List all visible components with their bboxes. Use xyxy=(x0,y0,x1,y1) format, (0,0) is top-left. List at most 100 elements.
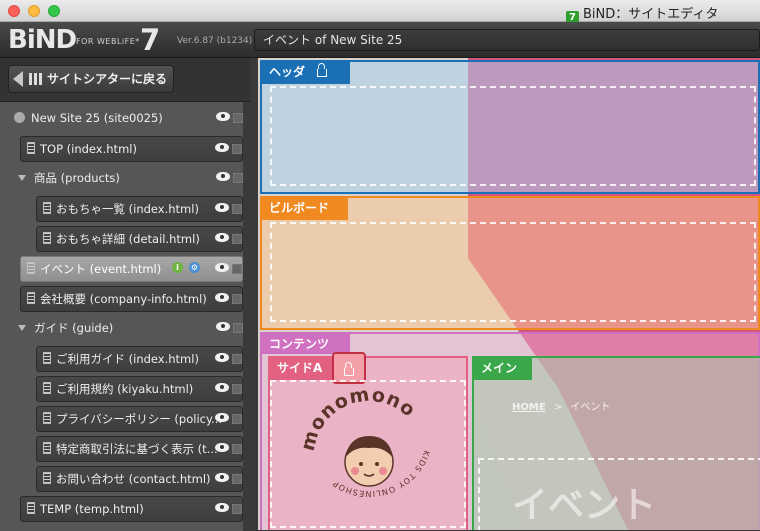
back-arrow-icon xyxy=(13,71,23,87)
back-to-site-theater-button[interactable]: サイトシアターに戻る xyxy=(8,65,174,93)
tree-item-page[interactable]: ご利用ガイド (index.html) xyxy=(36,346,243,372)
tree-item-page[interactable]: ご利用規約 (kiyaku.html) xyxy=(36,376,243,402)
tree-item-site[interactable]: New Site 25 (site0025) xyxy=(4,106,243,132)
breadcrumb-home-link[interactable]: HOME xyxy=(512,402,546,413)
page-heading: イベント xyxy=(512,485,657,526)
publish-checkbox[interactable] xyxy=(232,504,242,514)
tree-item-label: おもちゃ詳細 (detail.html) xyxy=(56,232,200,246)
contents-zone-label[interactable]: コンテンツ xyxy=(262,334,350,354)
page-icon xyxy=(43,232,51,244)
window-title-text: BiND：サイトエディタ xyxy=(583,7,719,22)
visibility-eye-icon[interactable] xyxy=(215,383,229,392)
billboard-zone-label[interactable]: ビルボード xyxy=(262,198,348,220)
tree-item-page[interactable]: 会社概要 (company-info.html) xyxy=(20,286,243,312)
page-icon xyxy=(27,292,35,304)
site-tree-sidebar: サイトシアターに戻る New Site 25 (site0025) TOP (i… xyxy=(0,58,250,531)
tree-item-label: イベント (event.html) xyxy=(40,262,162,276)
disclosure-triangle-icon[interactable] xyxy=(18,325,26,331)
zoom-window-button[interactable] xyxy=(48,5,60,17)
visibility-eye-icon[interactable] xyxy=(215,503,229,512)
contents-zone[interactable]: コンテンツ サイドA monomono KIDS TOY ONLINESHOP … xyxy=(260,332,760,530)
publish-checkbox[interactable] xyxy=(232,354,242,364)
side-a-block-area[interactable]: monomono KIDS TOY ONLINESHOP xyxy=(270,380,466,528)
publish-checkbox[interactable] xyxy=(232,204,242,214)
page-editor-canvas[interactable]: ヘッダ ビルボード コンテンツ サイドA monomono KIDS TOY O… xyxy=(250,58,760,530)
tree-item-label: お問い合わせ (contact.html) xyxy=(56,472,211,486)
tree-item-label: ご利用規約 (kiyaku.html) xyxy=(56,382,194,396)
tree-item-page-selected[interactable]: イベント (event.html) i ⚙ xyxy=(20,256,243,282)
site-theater-icon xyxy=(29,73,43,85)
site-icon xyxy=(14,112,25,123)
visibility-eye-icon[interactable] xyxy=(215,233,229,242)
visibility-eye-icon[interactable] xyxy=(215,143,229,152)
billboard-block-area[interactable] xyxy=(270,222,756,322)
header-zone-label[interactable]: ヘッダ xyxy=(262,62,350,84)
publish-checkbox[interactable] xyxy=(233,323,243,333)
publish-checkbox[interactable] xyxy=(232,144,242,154)
publish-checkbox[interactable] xyxy=(232,264,242,274)
publish-checkbox[interactable] xyxy=(233,173,243,183)
app-toolbar: BiND FOR WEBLiFE* 7 Ver.6.87 (b1234) イベン… xyxy=(0,22,760,58)
visibility-eye-icon[interactable] xyxy=(215,353,229,362)
visibility-eye-icon[interactable] xyxy=(215,263,229,272)
publish-checkbox[interactable] xyxy=(232,474,242,484)
tree-item-page[interactable]: TEMP (temp.html) xyxy=(20,496,243,522)
tree-item-label: 商品 (products) xyxy=(34,171,120,185)
visibility-eye-icon[interactable] xyxy=(215,413,229,422)
minimize-window-button[interactable] xyxy=(28,5,40,17)
lock-open-icon xyxy=(344,362,354,376)
visibility-eye-icon[interactable] xyxy=(216,172,230,181)
tree-item-folder[interactable]: ガイド (guide) xyxy=(4,316,243,342)
visibility-eye-icon[interactable] xyxy=(216,322,230,331)
visibility-eye-icon[interactable] xyxy=(215,443,229,452)
header-block-area[interactable] xyxy=(270,86,756,186)
tree-scrollbar[interactable] xyxy=(243,102,250,531)
site-tree: New Site 25 (site0025) TOP (index.html) … xyxy=(0,101,250,531)
publish-checkbox[interactable] xyxy=(232,414,242,424)
tree-item-page[interactable]: TOP (index.html) xyxy=(20,136,243,162)
bind-logo-version-number: 7 xyxy=(140,23,161,57)
visibility-eye-icon[interactable] xyxy=(215,203,229,212)
tree-item-folder[interactable]: 商品 (products) xyxy=(4,166,243,192)
visibility-eye-icon[interactable] xyxy=(215,293,229,302)
tree-item-page[interactable]: おもちゃ一覧 (index.html) xyxy=(36,196,243,222)
bind-logo-sub: FOR WEBLiFE* xyxy=(76,37,140,46)
disclosure-triangle-icon[interactable] xyxy=(18,175,26,181)
tree-item-label: 会社概要 (company-info.html) xyxy=(40,292,207,306)
side-a-zone[interactable]: サイドA monomono KIDS TOY ONLINESHOP xyxy=(268,352,468,530)
version-label: Ver.6.87 (b1234) xyxy=(177,36,253,46)
tree-item-page[interactable]: お問い合わせ (contact.html) xyxy=(36,466,243,492)
tree-item-label: おもちゃ一覧 (index.html) xyxy=(56,202,199,216)
current-page-title-field[interactable]: イベント of New Site 25 xyxy=(254,29,760,51)
breadcrumb-current: イベント xyxy=(570,402,611,413)
tree-item-label: TEMP (temp.html) xyxy=(40,502,144,516)
gear-status-icon[interactable]: ⚙ xyxy=(189,262,200,273)
publish-checkbox[interactable] xyxy=(232,384,242,394)
tree-item-label: 特定商取引法に基づく表示 (t... xyxy=(56,442,218,456)
tree-item-label: TOP (index.html) xyxy=(40,142,137,156)
breadcrumb: HOME > イベント xyxy=(512,398,610,413)
page-icon xyxy=(43,412,51,424)
publish-checkbox[interactable] xyxy=(232,234,242,244)
visibility-eye-icon[interactable] xyxy=(215,473,229,482)
publish-checkbox[interactable] xyxy=(233,113,243,123)
header-zone[interactable]: ヘッダ xyxy=(260,60,760,194)
tree-item-page[interactable]: プライバシーポリシー (policy... xyxy=(36,406,243,432)
bind-logo: BiND xyxy=(8,25,77,55)
page-icon xyxy=(43,472,51,484)
main-zone[interactable]: メイン HOME > イベント イベント xyxy=(472,356,760,530)
page-icon xyxy=(27,142,35,154)
tree-item-page[interactable]: おもちゃ詳細 (detail.html) xyxy=(36,226,243,252)
page-icon xyxy=(43,352,51,364)
side-a-zone-label[interactable]: サイドA xyxy=(270,358,332,380)
main-zone-label[interactable]: メイン xyxy=(474,358,532,380)
close-window-button[interactable] xyxy=(8,5,20,17)
page-icon xyxy=(43,202,51,214)
info-status-icon[interactable]: i xyxy=(172,262,183,273)
visibility-eye-icon[interactable] xyxy=(216,112,230,121)
publish-checkbox[interactable] xyxy=(232,294,242,304)
publish-checkbox[interactable] xyxy=(232,444,242,454)
tree-item-page[interactable]: 特定商取引法に基づく表示 (t... xyxy=(36,436,243,462)
lock-open-icon[interactable] xyxy=(317,63,328,77)
billboard-zone[interactable]: ビルボード xyxy=(260,196,760,330)
